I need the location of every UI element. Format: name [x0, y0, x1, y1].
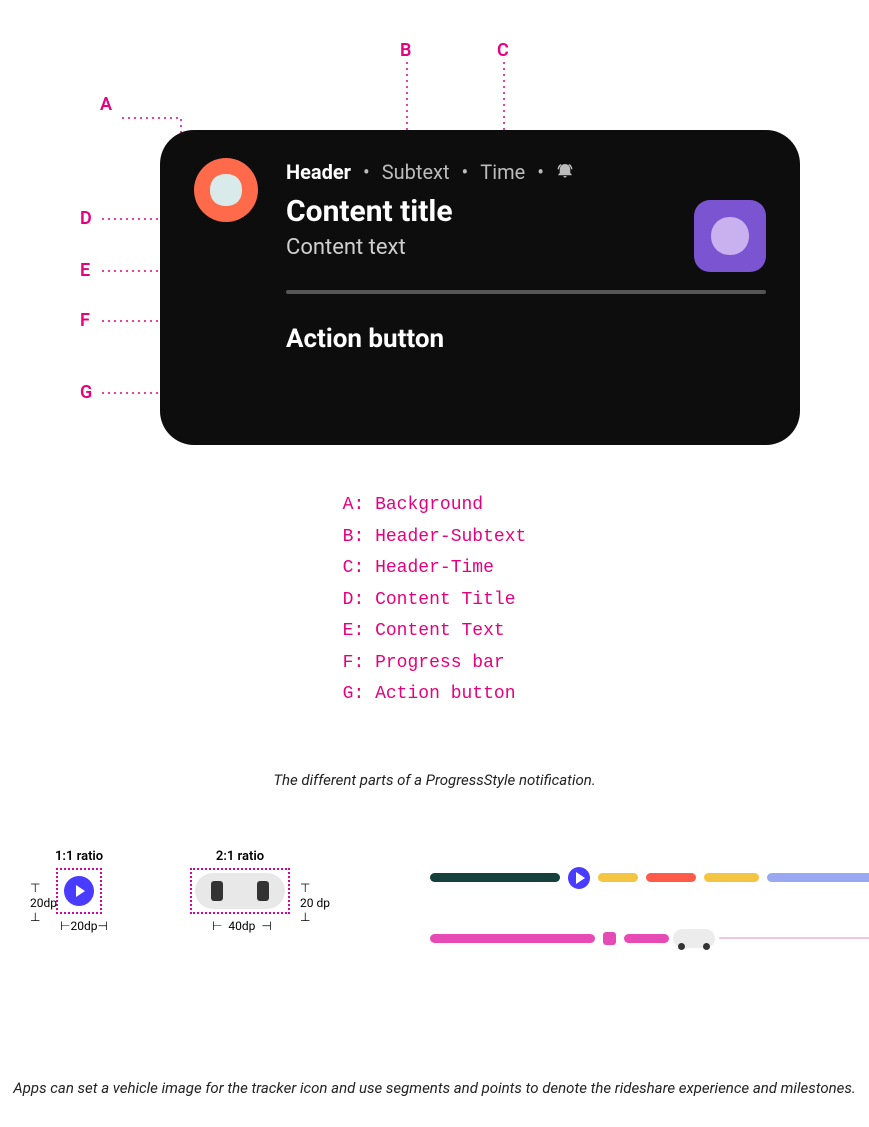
car-seg-1 — [430, 934, 595, 943]
ratio-1-1-group: 1:1 ratio — [55, 849, 103, 918]
callout-G-label: G — [80, 382, 92, 403]
car-seg-3 — [719, 937, 869, 939]
dotted-box-1-1 — [56, 868, 102, 914]
header-line: Header • Subtext • Time • — [286, 160, 694, 184]
header-subtext: Subtext — [382, 160, 450, 184]
legend-A: A: Background — [343, 490, 527, 522]
app-icon — [194, 158, 258, 222]
header-dot-3: • — [537, 160, 544, 184]
callout-B-label: B — [400, 40, 411, 61]
car-small-icon — [673, 929, 715, 948]
dim-1-1-v: ⊤ 20dp ⊥ — [30, 881, 57, 925]
ratio-2-1-group: 2:1 ratio — [190, 849, 290, 918]
callout-A-label: A — [100, 94, 112, 115]
legend-D: D: Content Title — [343, 585, 527, 617]
notification-card: Header • Subtext • Time • Content title … — [160, 130, 800, 445]
blob-icon — [707, 213, 753, 259]
large-icon — [694, 200, 766, 272]
car-tracker — [430, 929, 869, 948]
legend-B: B: Header-Subtext — [343, 522, 527, 554]
content-text: Content text — [286, 235, 694, 260]
legend-C: C: Header-Time — [343, 553, 527, 585]
anatomy-legend: A: Background B: Header-Subtext C: Heade… — [343, 490, 527, 711]
legend-F: F: Progress bar — [343, 648, 527, 680]
squircle-icon — [208, 172, 244, 208]
header-dot-1: • — [363, 160, 370, 184]
tracker-play-icon — [568, 867, 590, 889]
seg-4 — [704, 873, 759, 882]
action-button[interactable]: Action button — [286, 324, 766, 354]
legend-E: E: Content Text — [343, 616, 527, 648]
tracker-figure: 1:1 ratio ⊤ 20dp ⊥ ⊢20dp⊣ 2:1 ratio ⊤ 20… — [0, 849, 869, 1009]
header-time: Time — [480, 160, 525, 184]
legend-G: G: Action button — [343, 679, 527, 711]
ratio-2-1-label: 2:1 ratio — [190, 849, 290, 864]
car-topdown-icon — [195, 873, 285, 909]
leader-A-h — [120, 117, 180, 119]
callout-E-label: E — [80, 260, 90, 281]
dim-1-1-h: ⊢20dp⊣ — [60, 919, 108, 934]
callout-F-label: F — [80, 310, 90, 331]
progress-bar — [286, 290, 766, 294]
header-label: Header — [286, 160, 351, 184]
bell-icon — [556, 161, 574, 184]
content-title: Content title — [286, 194, 694, 229]
caption-2: Apps can set a vehicle image for the tra… — [0, 1079, 869, 1097]
dotted-box-2-1 — [190, 868, 290, 914]
play-circle-icon — [64, 876, 94, 906]
header-content: Header • Subtext • Time • Content title … — [286, 158, 694, 284]
dim-2-1-v: ⊤ 20 dp ⊥ — [300, 881, 330, 925]
car-seg-2 — [624, 934, 669, 943]
seg-2 — [598, 873, 638, 882]
callout-C-label: C — [497, 40, 509, 61]
car-point-1 — [603, 932, 616, 945]
notification-anatomy-figure: B C A D E F G Header • Subtext • Time — [0, 0, 869, 460]
dim-2-1-h: ⊢ 40dp ⊣ — [212, 919, 272, 934]
segmented-track — [430, 867, 869, 889]
seg-3 — [646, 873, 696, 882]
callout-D-label: D — [80, 208, 92, 229]
seg-5 — [767, 873, 869, 882]
card-header: Header • Subtext • Time • Content title … — [194, 158, 766, 284]
header-dot-2: • — [462, 160, 469, 184]
seg-1 — [430, 873, 560, 882]
ratio-1-1-label: 1:1 ratio — [55, 849, 103, 864]
caption-1: The different parts of a ProgressStyle n… — [0, 771, 869, 789]
